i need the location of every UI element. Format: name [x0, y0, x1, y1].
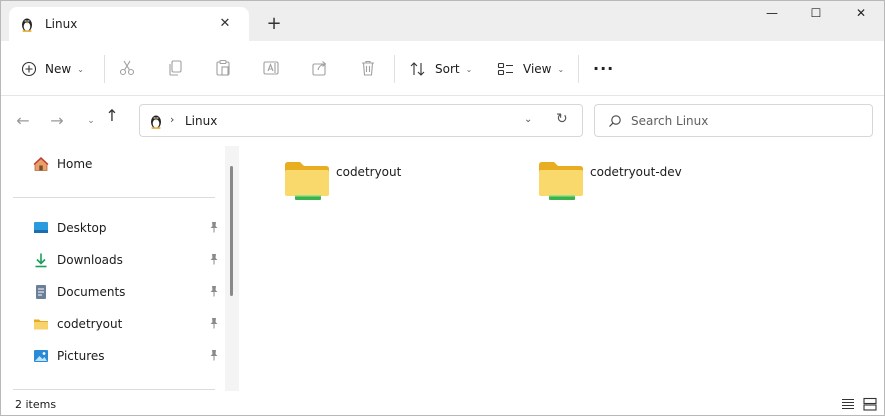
- file-explorer-window: Linux ✕ + — ☐ ✕ New ⌄ Sort ⌄ View ⌄ ··· …: [0, 0, 885, 416]
- sidebar-item-label: Desktop: [57, 221, 107, 235]
- pin-icon[interactable]: [208, 253, 220, 265]
- command-bar: New ⌄ Sort ⌄ View ⌄ ···: [1, 41, 884, 96]
- maximize-button[interactable]: ☐: [801, 6, 831, 26]
- copy-icon[interactable]: [166, 59, 184, 77]
- tab-title: Linux: [45, 17, 78, 31]
- address-row: ← → ⌄ ↑ › Linux ⌄ ↻: [1, 97, 884, 145]
- address-bar[interactable]: › Linux ⌄ ↻: [139, 104, 583, 137]
- sort-button-label: Sort: [435, 62, 460, 76]
- chevron-down-icon: ⌄: [77, 64, 84, 74]
- folder-name: codetryout: [336, 165, 402, 179]
- sidebar-item-label: Home: [57, 157, 93, 171]
- view-button-label: View: [523, 62, 552, 76]
- search-input[interactable]: [631, 111, 861, 131]
- folder-icon: [285, 162, 329, 200]
- sidebar-scrollbar-thumb[interactable]: [230, 166, 233, 296]
- sidebar-item-label: Documents: [57, 285, 126, 299]
- chevron-down-icon: ⌄: [557, 64, 565, 74]
- item-count: 2 items: [15, 398, 57, 411]
- folder-icon: [34, 319, 48, 330]
- sidebar-item-documents[interactable]: Documents: [33, 279, 223, 305]
- view-icon: [497, 62, 513, 76]
- cut-icon[interactable]: [118, 59, 136, 77]
- chevron-down-icon: ⌄: [465, 64, 473, 74]
- linux-penguin-icon: [151, 115, 161, 129]
- tab-close-icon[interactable]: ✕: [217, 16, 233, 32]
- breadcrumb-chevron-icon[interactable]: ›: [170, 113, 174, 126]
- title-bar: Linux ✕ + — ☐ ✕: [1, 1, 884, 41]
- home-icon: [33, 157, 49, 171]
- sidebar-item-label: Pictures: [57, 349, 105, 363]
- status-bar: 2 items: [1, 391, 884, 415]
- delete-icon[interactable]: [359, 59, 377, 77]
- folder-icon: [539, 162, 583, 200]
- desktop-icon: [34, 222, 48, 233]
- sidebar-item-downloads[interactable]: Downloads: [33, 247, 223, 273]
- download-icon: [35, 253, 47, 268]
- rename-icon[interactable]: [262, 59, 280, 77]
- pin-icon[interactable]: [208, 221, 220, 233]
- new-button[interactable]: New ⌄: [21, 55, 84, 83]
- sidebar-item-label: codetryout: [57, 317, 123, 331]
- plus-circle-icon: [21, 61, 37, 77]
- pin-icon[interactable]: [208, 349, 220, 361]
- close-window-button[interactable]: ✕: [846, 6, 876, 26]
- details-view-icon[interactable]: [841, 397, 855, 411]
- sort-icon: [410, 62, 425, 76]
- new-button-label: New: [45, 62, 72, 76]
- navigation-pane: Home Desktop Downloads Documents codetry…: [1, 146, 225, 391]
- sidebar-item-codetryout[interactable]: codetryout: [33, 311, 223, 337]
- sidebar-item-home[interactable]: Home: [33, 151, 223, 177]
- search-box[interactable]: [594, 104, 873, 137]
- forward-button[interactable]: →: [48, 112, 66, 130]
- sidebar-item-label: Downloads: [57, 253, 123, 267]
- toolbar-divider: [394, 55, 395, 83]
- toolbar-divider: [578, 55, 579, 83]
- sidebar-divider: [13, 389, 215, 390]
- up-button[interactable]: ↑: [103, 107, 121, 125]
- search-icon: [609, 115, 621, 127]
- pin-icon[interactable]: [208, 285, 220, 297]
- tiles-view-icon[interactable]: [863, 397, 877, 411]
- more-options-button[interactable]: ···: [593, 59, 614, 78]
- pin-icon[interactable]: [208, 317, 220, 329]
- folder-name: codetryout-dev: [590, 165, 682, 179]
- address-dropdown-button[interactable]: ⌄: [524, 114, 532, 125]
- new-tab-button[interactable]: +: [265, 15, 283, 33]
- sidebar-item-desktop[interactable]: Desktop: [33, 215, 223, 241]
- view-button[interactable]: View ⌄: [497, 55, 564, 83]
- share-icon[interactable]: [311, 59, 329, 77]
- refresh-button[interactable]: ↻: [556, 111, 568, 127]
- minimize-button[interactable]: —: [757, 6, 787, 26]
- paste-icon[interactable]: [214, 59, 232, 77]
- file-list: codetryout codetryout-dev: [239, 146, 884, 391]
- sort-button[interactable]: Sort ⌄: [409, 55, 472, 83]
- pictures-icon: [34, 350, 48, 362]
- linux-penguin-icon: [22, 18, 32, 32]
- sidebar-item-pictures[interactable]: Pictures: [33, 343, 223, 369]
- recent-locations-button[interactable]: ⌄: [82, 112, 100, 130]
- document-icon: [36, 285, 46, 299]
- tab-linux[interactable]: Linux ✕: [9, 7, 249, 41]
- sidebar-divider: [13, 197, 215, 198]
- breadcrumb-linux[interactable]: Linux: [185, 114, 217, 128]
- toolbar-divider: [104, 55, 105, 83]
- back-button[interactable]: ←: [14, 112, 32, 130]
